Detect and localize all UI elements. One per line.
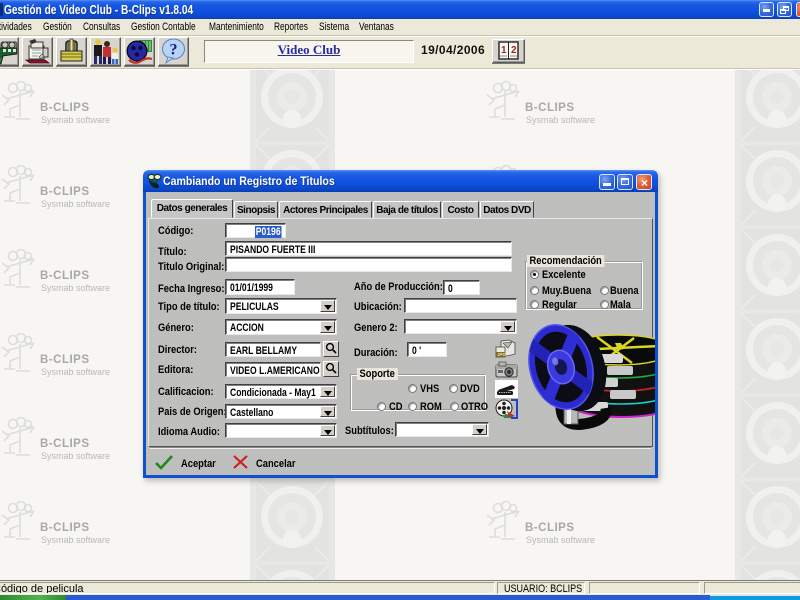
svg-text:JPG: JPG xyxy=(497,352,507,357)
svg-text:1: 1 xyxy=(501,45,507,56)
svg-text:2: 2 xyxy=(511,45,517,56)
svg-text:?: ? xyxy=(170,42,178,59)
